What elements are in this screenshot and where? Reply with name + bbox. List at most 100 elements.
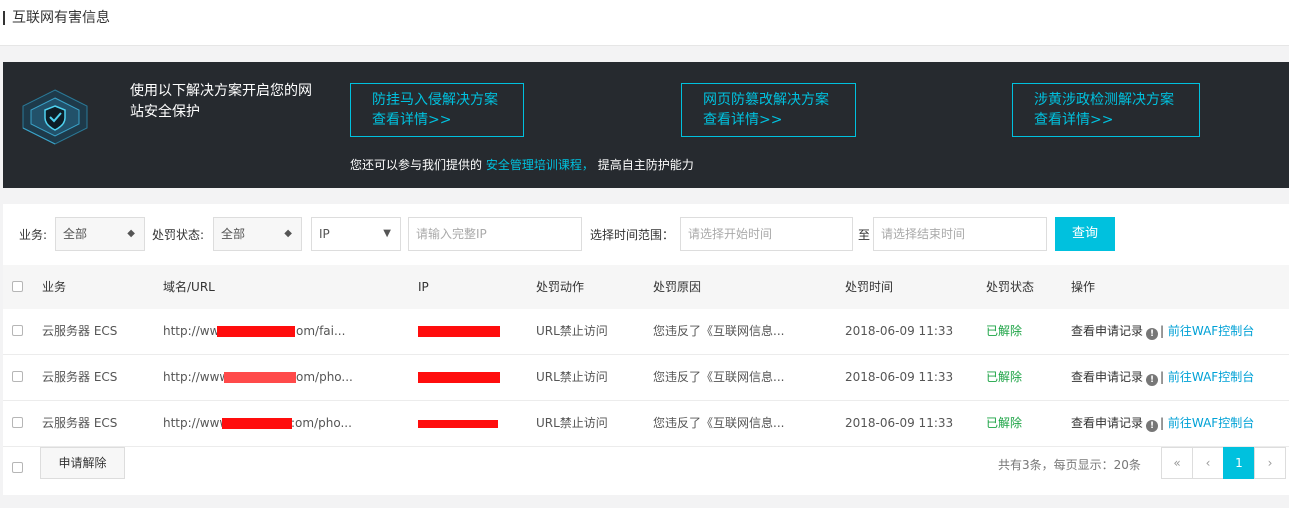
query-button[interactable]: 查询 (1055, 217, 1115, 251)
ip-type-select[interactable]: IP ▼ (311, 217, 401, 251)
waf-console-link[interactable]: 前往WAF控制台 (1168, 370, 1254, 384)
select-all-checkbox[interactable] (12, 281, 23, 292)
ip-redaction (418, 326, 500, 337)
note-suffix: 提高自主防护能力 (597, 158, 694, 172)
row-time: 2018-06-09 11:33 (845, 370, 954, 384)
solution-name: 涉黄涉政检测解决方案 (1034, 92, 1174, 108)
pagination: « ‹ 1 › (1161, 447, 1286, 479)
row-checkbox[interactable] (12, 371, 23, 382)
solution-card-content-detection[interactable]: 涉黄涉政检测解决方案 查看详情>> (1012, 83, 1200, 137)
sort-arrows-icon: ◆ (284, 228, 292, 239)
status-select-value: 全部 (221, 227, 246, 241)
table-header: 业务 域名/URL IP 处罚动作 处罚原因 处罚时间 处罚状态 操作 (3, 265, 1289, 309)
solution-name: 网页防篡改解决方案 (703, 92, 829, 108)
page-header: 互联网有害信息 (0, 0, 1289, 46)
col-reason: 处罚原因 (653, 280, 702, 294)
table-row: 云服务器 ECS http://www om/fai... URL禁止访问 您违… (3, 309, 1289, 355)
note-prefix: 您还可以参与我们提供的 (350, 158, 483, 172)
filter-bar: 业务: 全部 ◆ 处罚状态: 全部 ◆ IP ▼ 请输入完整IP 选择时间范围：… (3, 204, 1289, 264)
col-ip: IP (418, 280, 429, 294)
prev-page-button[interactable]: ‹ (1192, 447, 1224, 479)
col-action: 处罚动作 (536, 280, 585, 294)
title-accent-bar (3, 11, 5, 25)
security-shield-icon (22, 89, 88, 145)
waf-console-link[interactable]: 前往WAF控制台 (1168, 416, 1254, 430)
row-operations: 查看申请记录! | 前往WAF控制台 (1071, 370, 1255, 386)
row-business: 云服务器 ECS (42, 324, 118, 338)
row-business: 云服务器 ECS (42, 370, 118, 384)
url-redaction (217, 326, 295, 337)
table-footer: 申请解除 共有3条，每页显示：20条 « ‹ 1 › (3, 447, 1289, 495)
row-reason: 您违反了《互联网信息... (653, 324, 785, 338)
page-title: 互联网有害信息 (12, 10, 110, 26)
banner-lead-text: 使用以下解决方案开启您的网站安全保护 (130, 83, 312, 120)
table-row: 云服务器 ECS http://www. :om/pho... URL禁止访问 … (3, 401, 1289, 447)
view-application-record-link[interactable]: 查看申请记录 (1071, 370, 1143, 384)
ip-type-value: IP (319, 227, 330, 241)
waf-console-link[interactable]: 前往WAF控制台 (1168, 324, 1254, 338)
info-icon[interactable]: ! (1146, 374, 1159, 386)
security-banner: 使用以下解决方案开启您的网站安全保护 防挂马入侵解决方案 查看详情>> 网页防篡… (3, 62, 1289, 188)
business-select[interactable]: 全部 ◆ (55, 217, 145, 251)
col-operations: 操作 (1071, 280, 1096, 294)
status-filter-label: 处罚状态: (152, 228, 205, 242)
solution-detail-link[interactable]: 查看详情>> (703, 110, 855, 130)
row-reason: 您违反了《互联网信息... (653, 416, 785, 430)
table-row: 云服务器 ECS http://www. om/pho... URL禁止访问 您… (3, 355, 1289, 401)
solution-card-anti-tamper[interactable]: 网页防篡改解决方案 查看详情>> (681, 83, 856, 137)
info-icon[interactable]: ! (1146, 328, 1159, 340)
row-url-prefix: http://www. (163, 370, 232, 384)
row-checkbox[interactable] (12, 325, 23, 336)
col-time: 处罚时间 (845, 280, 894, 294)
view-application-record-link[interactable]: 查看申请记录 (1071, 416, 1143, 430)
row-action: URL禁止访问 (536, 416, 608, 430)
url-redaction (224, 372, 296, 383)
records-panel: 业务: 全部 ◆ 处罚状态: 全部 ◆ IP ▼ 请输入完整IP 选择时间范围：… (3, 204, 1289, 495)
ip-input[interactable]: 请输入完整IP (408, 217, 582, 251)
page-1-button[interactable]: 1 (1223, 447, 1255, 479)
ip-redaction (418, 420, 498, 428)
to-label: 至 (858, 228, 871, 242)
training-note: 您还可以参与我们提供的 安全管理培训课程， 提高自主防护能力 (350, 156, 694, 173)
row-url-suffix: :om/pho... (291, 416, 352, 430)
status-select[interactable]: 全部 ◆ (213, 217, 302, 251)
solution-detail-link[interactable]: 查看详情>> (372, 110, 523, 130)
time-range-label: 选择时间范围： (590, 228, 675, 242)
row-time: 2018-06-09 11:33 (845, 416, 954, 430)
business-select-value: 全部 (63, 227, 88, 241)
row-reason: 您违反了《互联网信息... (653, 370, 785, 384)
next-page-button[interactable]: › (1254, 447, 1286, 479)
total-count-text: 共有3条，每页显示：20条 (998, 458, 1141, 472)
footer-select-all-checkbox[interactable] (12, 462, 23, 473)
chevron-down-icon: ▼ (383, 228, 391, 239)
row-status: 已解除 (986, 416, 1023, 430)
col-url: 域名/URL (163, 280, 215, 294)
start-time-input[interactable]: 请选择开始时间 (680, 217, 853, 251)
row-url-suffix: om/fai... (296, 324, 346, 338)
view-application-record-link[interactable]: 查看申请记录 (1071, 324, 1143, 338)
col-status: 处罚状态 (986, 280, 1035, 294)
training-course-link[interactable]: 安全管理培训课程， (486, 158, 594, 172)
col-business: 业务 (42, 280, 67, 294)
solution-detail-link[interactable]: 查看详情>> (1034, 110, 1199, 130)
row-status: 已解除 (986, 370, 1023, 384)
url-redaction (222, 418, 292, 429)
row-checkbox[interactable] (12, 417, 23, 428)
row-status: 已解除 (986, 324, 1023, 338)
row-action: URL禁止访问 (536, 324, 608, 338)
apply-release-button[interactable]: 申请解除 (40, 447, 125, 479)
row-url-suffix: om/pho... (296, 370, 353, 384)
solution-card-anti-trojan[interactable]: 防挂马入侵解决方案 查看详情>> (350, 83, 524, 137)
sort-arrows-icon: ◆ (127, 228, 135, 239)
row-time: 2018-06-09 11:33 (845, 324, 954, 338)
info-icon[interactable]: ! (1146, 420, 1159, 432)
end-time-input[interactable]: 请选择结束时间 (873, 217, 1047, 251)
row-operations: 查看申请记录! | 前往WAF控制台 (1071, 416, 1255, 432)
business-filter-label: 业务: (19, 228, 48, 242)
ip-redaction (418, 372, 500, 383)
row-business: 云服务器 ECS (42, 416, 118, 430)
row-action: URL禁止访问 (536, 370, 608, 384)
first-page-button[interactable]: « (1161, 447, 1193, 479)
solution-name: 防挂马入侵解决方案 (372, 92, 498, 108)
row-operations: 查看申请记录! | 前往WAF控制台 (1071, 324, 1255, 340)
